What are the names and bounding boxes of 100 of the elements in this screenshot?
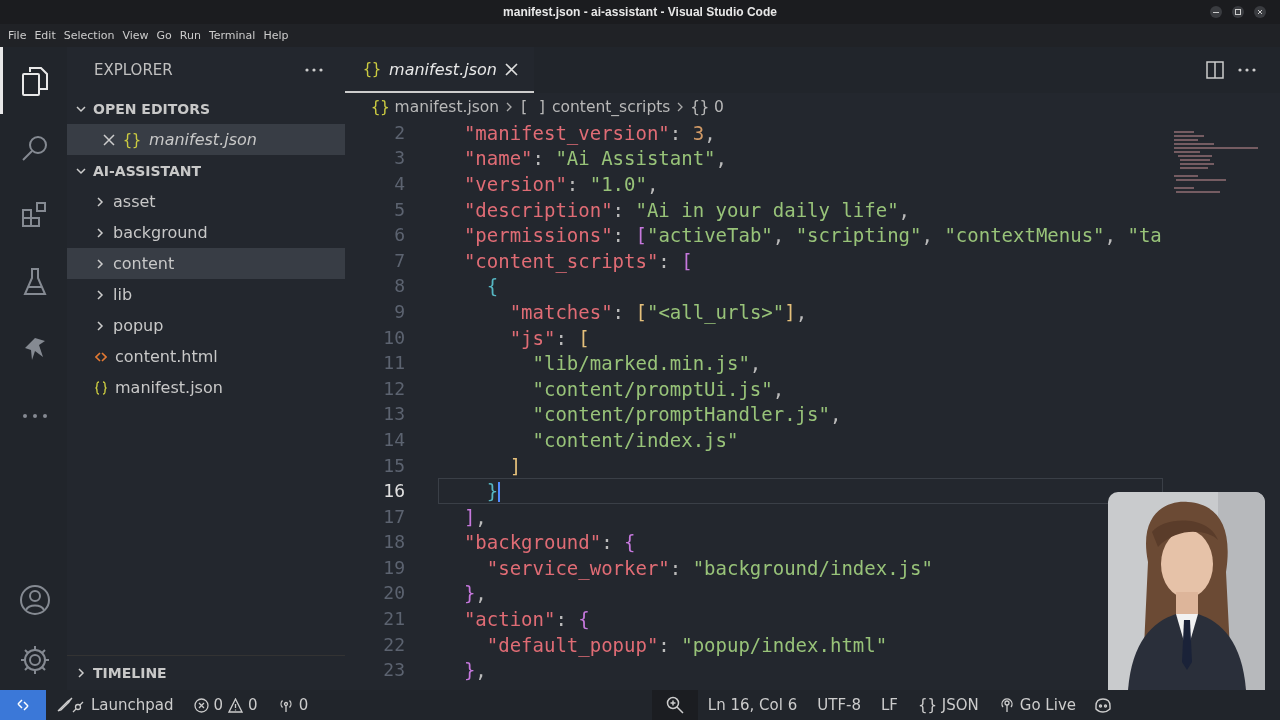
chevron-icon [676,100,685,113]
close-icon[interactable] [1254,6,1266,18]
zoom-button[interactable] [651,690,698,720]
menu-item[interactable]: View [118,29,153,42]
copilot-icon[interactable] [1094,697,1112,713]
code-line: "content/promptHandler.js", [531,403,842,426]
file-tree-item[interactable]: lib [67,279,345,310]
menu-item[interactable]: Run [175,29,205,42]
breadcrumb-item[interactable]: {} manifest.json [371,97,500,116]
problems-item[interactable]: 0 0 [183,696,268,714]
minimize-icon[interactable] [1210,6,1222,18]
close-icon[interactable] [504,62,518,76]
code-icon [95,350,107,363]
broadcast-icon [277,697,294,713]
code-line: ] [508,454,522,477]
breadcrumb-item[interactable]: [ ] content_scripts [519,97,671,116]
menu-item[interactable]: Edit [30,29,60,42]
line-number: 5 [393,198,405,221]
account-icon[interactable] [19,584,51,616]
line-number: 18 [382,531,405,554]
menu-item[interactable]: File [4,29,31,42]
line-number: 21 [382,608,405,631]
file-tree-item[interactable]: content.html [67,341,345,372]
error-icon [193,697,209,713]
code-line: }, [462,582,487,605]
line-number: 9 [393,300,405,323]
line-number: 8 [393,275,405,298]
code-line: "content_scripts": [ [462,249,693,272]
zoom-icon [665,696,684,714]
language-item[interactable]: {} JSON [907,696,989,714]
warning-icon [228,697,244,713]
line-number: 3 [393,147,405,170]
go-live-item[interactable]: Go Live [988,696,1086,714]
line-number: 10 [382,326,405,349]
close-icon[interactable] [103,133,115,146]
chevron-icon [95,257,105,270]
breadcrumb-item[interactable]: {} 0 [690,97,724,116]
chevron-icon [95,195,105,208]
line-number: 15 [382,454,405,477]
code-line: "description": "Ai in your daily life", [462,198,911,221]
remote-icon [16,698,30,712]
menu-item[interactable]: Selection [59,29,119,42]
line-number: 19 [382,556,405,579]
code-line: "matches": ["<all_urls>"], [508,300,808,323]
line-number: 23 [382,659,405,682]
code-line: "permissions": ["activeTab", "scripting", "contextMenus", "ta [462,224,1162,247]
code-line: "js": [ [508,326,590,349]
more-icon[interactable] [305,68,323,72]
line-number: 11 [382,352,405,375]
more-icon[interactable] [1238,68,1256,72]
chevron-icon [95,226,105,239]
ports-item[interactable]: 0 [267,696,319,714]
line-number: 16 [382,480,405,503]
chevron-icon [95,319,105,332]
chevron-icon [505,100,514,113]
window-title: manifest.json - ai-assistant - Visual Studio Code [503,5,777,19]
code-line: "service_worker": "background/index.js" [485,556,933,579]
cursor-position[interactable]: Ln 16, Col 6 [697,696,808,714]
section-header[interactable]: OPEN EDITORS [67,93,345,124]
line-number: 2 [393,121,405,144]
split-editor-icon[interactable] [1206,61,1224,79]
code-line: ], [462,505,487,528]
broadcast-icon [998,697,1015,713]
code-line: "lib/marked.min.js", [531,352,762,375]
encoding-item[interactable]: UTF-8 [807,696,871,714]
file-tree-item[interactable]: background [67,217,345,248]
code-line: "default_popup": "popup/index.html" [485,633,888,656]
line-number: 12 [382,377,405,400]
code-line: "content/index.js" [531,428,739,451]
line-number: 14 [382,428,405,451]
line-number: 4 [393,173,405,195]
sidebar-title: EXPLORER [94,61,173,79]
file-tree-item[interactable]: manifest.json [67,372,345,403]
open-editor-item[interactable]: {} manifest.json [67,124,345,155]
code-line: "action": { [462,608,590,631]
code-line: } [485,479,501,503]
line-number: 7 [393,249,405,272]
code-line: "background": { [462,531,636,554]
code-line: "version": "1.0", [462,173,659,195]
line-ending-item[interactable]: LF [870,696,908,714]
line-number: 6 [393,224,405,247]
braces-icon [95,380,107,395]
settings-icon[interactable] [19,644,51,676]
code-line: "content/promptUi.js", [531,377,785,400]
menu-item[interactable]: Help [259,29,293,42]
launchpad-item[interactable]: Launchpad [46,696,184,714]
code-line: "name": "Ai Assistant", [462,147,727,170]
file-tree-item[interactable]: asset [67,186,345,217]
line-number: 20 [382,582,405,605]
maximize-icon[interactable] [1232,6,1244,18]
file-tree-item[interactable]: content [67,248,345,279]
line-number: 22 [382,633,405,656]
menu-item[interactable]: Go [152,29,176,42]
more-icon[interactable] [22,412,48,419]
section-header[interactable]: AI-ASSISTANT [67,155,345,186]
files-icon[interactable] [20,64,50,97]
code-line: { [485,275,499,298]
menu-item[interactable]: Terminal [204,29,260,42]
flask-icon[interactable] [22,266,48,297]
file-tree-item[interactable]: popup [67,310,345,341]
